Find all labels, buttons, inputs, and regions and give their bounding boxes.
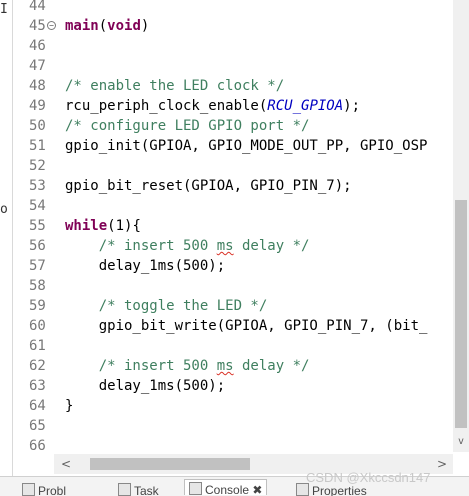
code-line[interactable]: 59 /* toggle the LED */ [13, 296, 453, 316]
line-number: 64 [29, 398, 46, 414]
line-number: 54 [29, 198, 46, 214]
tab-console-label: Console ✖ [205, 483, 263, 496]
left-panel-fragment-1: I [0, 2, 8, 17]
problems-icon [22, 483, 35, 496]
line-number: 59 [29, 298, 46, 314]
line-number: 57 [29, 258, 46, 274]
line-number: 48 [29, 78, 46, 94]
code-line[interactable]: 49 rcu_periph_clock_enable(RCU_GPIOA); [13, 96, 453, 116]
code-line[interactable]: 66 [13, 436, 453, 452]
code-line[interactable]: 60 gpio_bit_write(GPIOA, GPIO_PIN_7, (bi… [13, 316, 453, 336]
scroll-right-arrow-icon[interactable]: > [434, 454, 450, 474]
code-line[interactable]: 51 gpio_init(GPIOA, GPIO_MODE_OUT_PP, GPI… [13, 136, 453, 156]
code-text: gpio_bit_write(GPIOA, GPIO_PIN_7, (bit_ [65, 318, 428, 334]
code-line[interactable]: 46 [13, 36, 453, 56]
code-line[interactable]: 45− main(void) [13, 16, 453, 36]
code-line[interactable]: 48 /* enable the LED clock */ [13, 76, 453, 96]
console-icon [189, 482, 202, 495]
tab-properties-label: Properties [312, 484, 367, 496]
line-number: 58 [29, 278, 46, 294]
code-line[interactable]: 44 [13, 0, 453, 16]
code-line[interactable]: 56 /* insert 500 ms delay */ [13, 236, 453, 256]
line-number: 65 [29, 418, 46, 434]
line-number: 56 [29, 238, 46, 254]
line-number: 66 [29, 438, 46, 452]
code-line[interactable]: 55 while(1){ [13, 216, 453, 236]
code-text: /* configure LED GPIO port */ [65, 118, 310, 134]
line-number: 61 [29, 338, 46, 354]
code-text: rcu_periph_clock_enable(RCU_GPIOA); [65, 98, 361, 114]
vertical-scrollbar[interactable]: v [453, 0, 469, 452]
scroll-down-arrow-icon[interactable]: v [453, 434, 469, 450]
line-number: 47 [29, 58, 46, 74]
code-text: /* insert 500 ms delay */ [65, 238, 310, 254]
line-number: 63 [29, 378, 46, 394]
code-line[interactable]: 57 delay_1ms(500); [13, 256, 453, 276]
line-number: 62 [29, 358, 46, 374]
left-panel-fragment-2: o [0, 202, 8, 217]
line-number: 60 [29, 318, 46, 334]
code-line[interactable]: 58 [13, 276, 453, 296]
code-text: while(1){ [65, 218, 141, 234]
line-number: 51 [29, 138, 46, 154]
code-text: } [65, 398, 74, 414]
code-line[interactable]: 65 [13, 416, 453, 436]
code-line[interactable]: 52 [13, 156, 453, 176]
code-line[interactable]: 63 delay_1ms(500); [13, 376, 453, 396]
horizontal-scroll-thumb[interactable] [90, 458, 250, 470]
code-line[interactable]: 54 [13, 196, 453, 216]
line-number: 50 [29, 118, 46, 134]
code-editor[interactable]: 44 45− main(void) 46 47 48 /* enable the LED c… [13, 0, 453, 452]
code-line[interactable]: 61 [13, 336, 453, 356]
tab-problems-label: Probl [38, 484, 67, 496]
line-number: 52 [29, 158, 46, 174]
code-text: main(void) [65, 18, 150, 34]
line-number: 44 [29, 0, 46, 14]
code-text: gpio_init(GPIOA, GPIO_MODE_OUT_PP, GPIO_… [65, 138, 428, 154]
vertical-scroll-thumb[interactable] [455, 200, 467, 428]
left-panel-edge: I o [0, 0, 13, 495]
line-number: 53 [29, 178, 46, 194]
tab-console[interactable]: Console ✖ [184, 479, 268, 496]
code-text: delay_1ms(500); [65, 258, 226, 274]
code-text: /* enable the LED clock */ [65, 78, 285, 94]
code-text: /* insert 500 ms delay */ [65, 358, 310, 374]
tab-tasks-label: Task [134, 484, 159, 496]
tab-tasks[interactable]: Task [118, 481, 159, 496]
scroll-left-arrow-icon[interactable]: < [58, 454, 74, 474]
code-line[interactable]: 50 /* configure LED GPIO port */ [13, 116, 453, 136]
watermark: CSDN @Xkccsdn147 [306, 470, 431, 485]
code-line[interactable]: 64} [13, 396, 453, 416]
code-text: gpio_bit_reset(GPIOA, GPIO_PIN_7); [65, 178, 352, 194]
code-text: delay_1ms(500); [65, 378, 226, 394]
line-number: 55 [29, 218, 46, 234]
line-number: 49 [29, 98, 46, 114]
code-line[interactable]: 53 gpio_bit_reset(GPIOA, GPIO_PIN_7); [13, 176, 453, 196]
code-line[interactable]: 62 /* insert 500 ms delay */ [13, 356, 453, 376]
tasks-icon [118, 483, 131, 496]
fold-toggle-icon[interactable]: − [47, 21, 56, 30]
line-number: 46 [29, 38, 46, 54]
tab-problems[interactable]: Probl [22, 481, 66, 496]
code-text: /* toggle the LED */ [65, 298, 268, 314]
code-line[interactable]: 47 [13, 56, 453, 76]
